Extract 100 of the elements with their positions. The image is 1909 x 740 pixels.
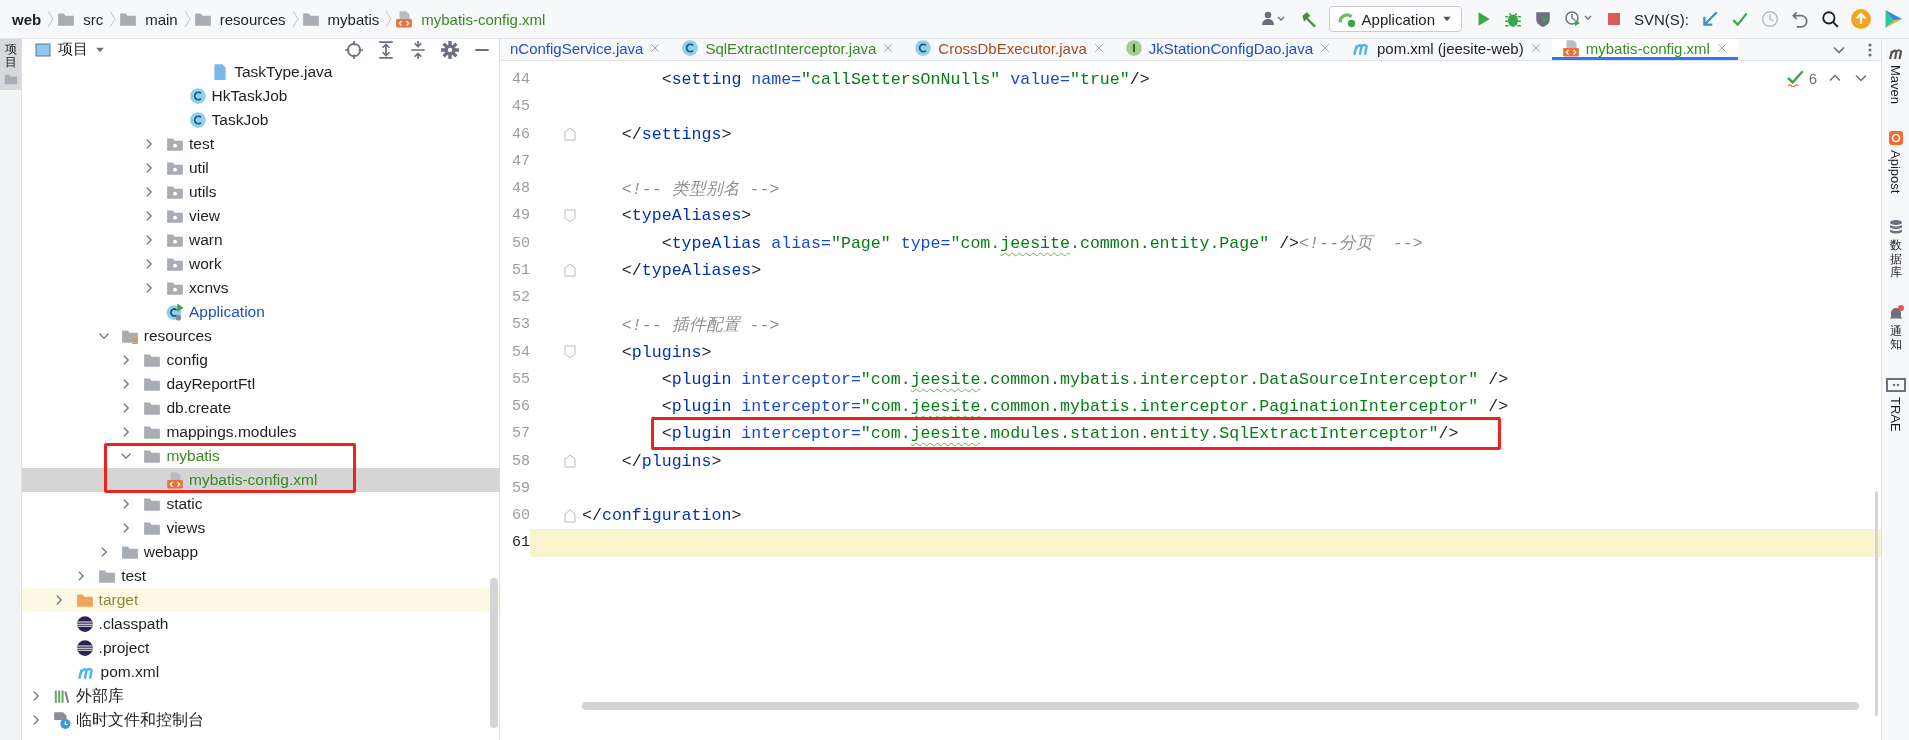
locate-icon[interactable] [345,40,363,59]
search-icon[interactable] [1821,10,1839,28]
folder-icon [166,207,184,225]
folder-icon [143,375,162,393]
editor-tab[interactable]: mybatis-config.xml [1551,39,1738,60]
tree-item[interactable]: xcnvs [22,276,499,300]
editor-tab[interactable]: nConfigService.java [500,39,672,60]
tool-window-tab[interactable]: Maven [1886,45,1905,105]
code-line: </settings> [621,124,732,144]
fold-marker-icon[interactable] [564,508,576,523]
tree-item[interactable]: webapp [22,540,499,564]
fold-marker-icon[interactable] [564,263,576,278]
folder-icon [143,399,162,417]
tree-item[interactable]: mappings.modules [22,420,499,444]
library-icon [53,687,71,705]
collapse-all-icon[interactable] [409,40,427,59]
vcs-label: SVN(S): [1634,10,1689,28]
tree-item[interactable]: db.create [22,396,499,420]
class-icon [188,87,207,105]
tree-item[interactable]: dayReportFtl [22,372,499,396]
code-line: <plugin interceptor="com.jeesite.common.mybatis.interceptor.PaginationInterceptor" /> [661,397,1509,417]
line-number: 54 [511,343,530,361]
folder-icon [120,543,139,561]
bug-icon[interactable] [1504,10,1522,28]
update-icon[interactable] [1701,10,1719,28]
tree-item[interactable]: target [22,588,499,612]
line-number: 61 [511,534,530,552]
line-number: 59 [511,479,530,497]
tree-item[interactable]: Application [22,300,499,324]
tree-item[interactable]: .classpath [22,612,499,636]
tree-item[interactable]: pom.xml [22,660,499,684]
tree-item[interactable]: 外部库 [22,684,499,708]
scrollbar[interactable] [582,702,1859,710]
commit-icon[interactable] [1731,10,1749,28]
check-icon [1786,69,1805,87]
tool-window-tab[interactable]: 通知 [1887,304,1904,352]
fold-marker-icon[interactable] [564,454,576,469]
tree-item[interactable]: work [22,252,499,276]
breadcrumb[interactable]: main [141,10,182,28]
stop-icon[interactable] [1606,11,1622,27]
code-line: <typeAlias alias="Page" type="com.jeesite.common.entity.Page" /><!--分页 --> [661,233,1423,255]
panel-title[interactable]: 项目 [58,40,88,59]
breadcrumb[interactable]: resources [215,10,290,28]
tool-window-tab[interactable]: 数据库 [1887,219,1904,279]
tree-item[interactable]: 临时文件和控制台 [22,708,499,732]
more-icon[interactable] [1867,41,1873,58]
tree-item[interactable]: views [22,516,499,540]
shield-icon[interactable] [1534,10,1552,28]
tree-item[interactable]: warn [22,228,499,252]
tool-window-tab[interactable]: 项目 [0,39,21,91]
editor-tab[interactable]: JkStationConfigDao.java [1114,39,1341,60]
run-configuration-dropdown[interactable]: Application [1328,6,1462,32]
inspection-count[interactable]: 6 [1786,69,1817,87]
folder-icon [75,591,94,609]
user-icon[interactable] [1260,10,1287,28]
fold-marker-icon[interactable] [564,208,576,223]
line-number: 56 [511,398,530,416]
tree-item[interactable]: static [22,492,499,516]
striped-circle-icon [75,615,94,633]
breadcrumb[interactable]: web [8,10,46,28]
folder-icon [143,519,162,537]
scrollbar[interactable] [490,578,498,728]
folder-icon [166,231,184,249]
tree-item[interactable]: mybatis [22,444,499,468]
scrollbar[interactable] [1875,491,1878,716]
tree-item[interactable]: test [22,132,499,156]
tool-window-tab[interactable]: Apipost [1887,130,1904,194]
tree-item[interactable]: test [22,564,499,588]
folder-icon [166,279,184,297]
tree-item[interactable]: resources [22,324,499,348]
editor-tab[interactable]: pom.xml (jeesite-web) [1341,39,1552,60]
database-icon [1887,219,1904,236]
editor-tab[interactable]: CrossDbExecutor.java [904,39,1115,60]
breadcrumb[interactable]: mybatis-config.xml [417,10,550,28]
tree-item[interactable]: config [22,348,499,372]
fold-marker-icon[interactable] [564,345,576,360]
tree-item[interactable]: .project [22,636,499,660]
editor-tab[interactable]: SqlExtractInterceptor.java [671,39,905,60]
tool-window-tab[interactable]: TRAE [1885,377,1906,432]
line-number: 50 [511,234,530,252]
code-line: <plugins> [621,342,712,362]
tree-item[interactable]: TaskType.java [22,60,499,84]
fold-marker-icon[interactable] [564,127,576,142]
folder-icon [143,495,162,513]
tree-item[interactable]: HkTaskJob [22,84,499,108]
tree-item[interactable]: view [22,204,499,228]
breadcrumb[interactable]: src [79,10,108,28]
tree-item[interactable]: utils [22,180,499,204]
tree-item[interactable]: TaskJob [22,108,499,132]
line-number: 57 [511,425,530,443]
folder-icon [166,183,184,201]
expand-all-icon[interactable] [377,40,395,59]
breadcrumb[interactable]: mybatis [323,10,384,28]
tree-item[interactable]: util [22,156,499,180]
undo-icon[interactable] [1791,10,1809,28]
settings-icon[interactable] [441,40,459,59]
logo-icon[interactable] [1883,9,1903,29]
close-icon[interactable] [1715,42,1728,54]
profiler-icon[interactable] [1564,10,1594,28]
code-line: <!-- 插件配置 --> [621,314,780,336]
